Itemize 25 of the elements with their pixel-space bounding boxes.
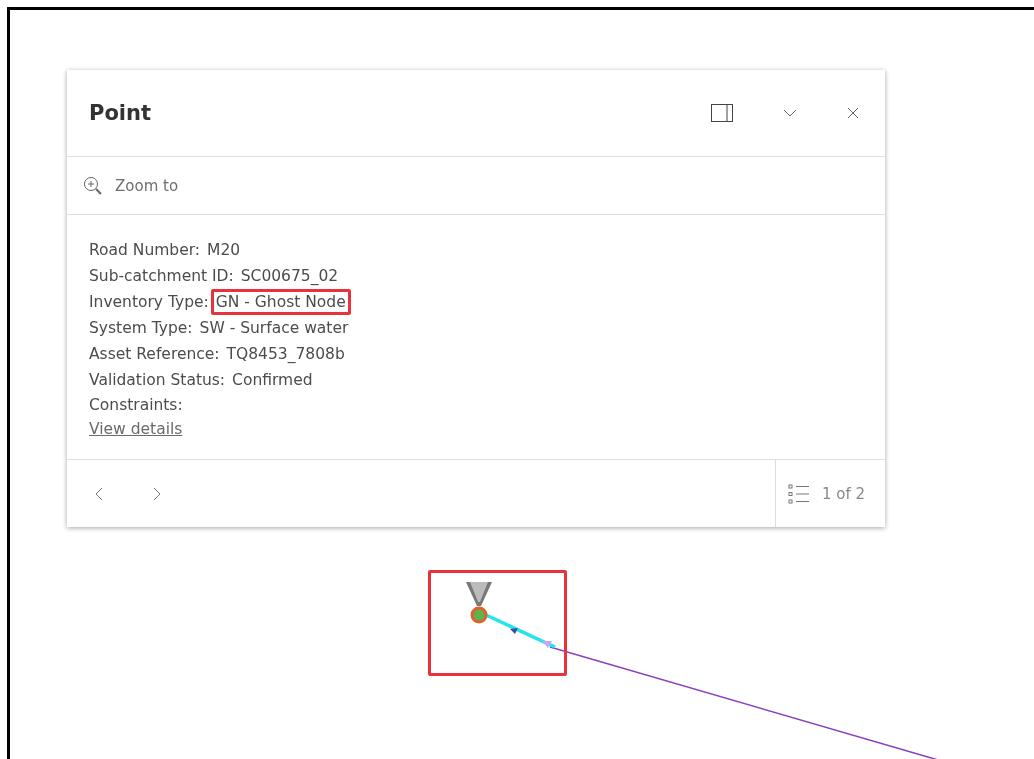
close-icon[interactable] bbox=[847, 107, 859, 119]
popup-pointer-icon bbox=[466, 582, 492, 608]
view-details-link[interactable]: View details bbox=[89, 417, 183, 441]
list-icon[interactable] bbox=[787, 483, 810, 504]
field-label: Road Number: bbox=[89, 240, 201, 261]
field-value: M20 bbox=[206, 240, 242, 261]
field-label: Asset Reference: bbox=[89, 344, 220, 365]
field-label: Validation Status: bbox=[89, 370, 226, 391]
zoom-in-icon[interactable] bbox=[83, 175, 103, 196]
field-label: Sub-catchment ID: bbox=[89, 266, 234, 287]
popup-title: Point bbox=[89, 101, 151, 125]
field-value: Confirmed bbox=[231, 370, 314, 391]
field-value: GN - Ghost Node bbox=[210, 289, 351, 315]
field-value: SW - Surface water bbox=[198, 318, 350, 339]
previous-icon[interactable] bbox=[95, 486, 103, 501]
next-icon[interactable] bbox=[153, 486, 161, 501]
field-label: System Type: bbox=[89, 318, 193, 339]
feature-count: 1 of 2 bbox=[821, 484, 865, 503]
field-label: Constraints: bbox=[89, 395, 183, 416]
field-value: SC00675_02 bbox=[239, 266, 340, 287]
chevron-down-icon[interactable] bbox=[783, 109, 797, 117]
zoom-to-link[interactable]: Zoom to bbox=[115, 176, 179, 195]
field-value: TQ8453_7808b bbox=[225, 344, 346, 365]
dock-icon[interactable] bbox=[711, 104, 733, 122]
field-label: Inventory Type: bbox=[89, 292, 209, 313]
